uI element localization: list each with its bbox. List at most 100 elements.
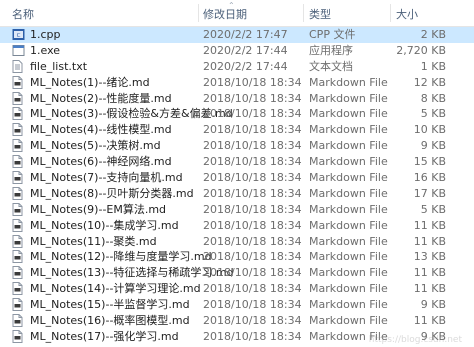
markdown-file-icon — [12, 314, 23, 328]
file-row[interactable]: ML_Notes(14)--计算学习理论.md 2018/10/18 18:34 M… — [0, 281, 474, 297]
exe-icon — [12, 44, 25, 57]
vertical-scrollbar[interactable] — [468, 27, 474, 347]
file-row[interactable]: 1.exe 2020/2/2 17:44 应用程序 2,720 KB — [0, 43, 474, 59]
file-name: ML_Notes(7)--支持向量机.md — [30, 171, 183, 185]
file-date: 2018/10/18 18:34 — [203, 282, 302, 296]
file-type: Markdown File — [309, 75, 388, 89]
file-type: CPP 文件 — [309, 28, 356, 41]
file-size: 16 KB — [413, 171, 446, 185]
file-type: Markdown File — [309, 298, 388, 312]
file-size: 2 KB — [420, 28, 446, 41]
file-type: Markdown File — [309, 155, 388, 169]
file-date: 2018/10/18 18:34 — [203, 298, 302, 312]
file-row[interactable]: ML_Notes(7)--支持向量机.md 2018/10/18 18:34 Mar… — [0, 170, 474, 186]
file-row[interactable]: ML_Notes(2)--性能度量.md 2018/10/18 18:34 Mark… — [0, 91, 474, 107]
file-row[interactable]: ML_Notes(13)--特征选择与稀疏学习.md 2018/10/18 18:… — [0, 265, 474, 281]
cpp-file-icon: C — [12, 28, 25, 41]
file-name: ML_Notes(5)--决策树.md — [30, 139, 161, 153]
column-header-name[interactable]: 名称 — [12, 6, 34, 22]
file-name: 1.cpp — [30, 28, 61, 41]
file-date: 2020/2/2 17:44 — [203, 43, 288, 57]
file-type: Markdown File — [309, 139, 388, 153]
file-size: 8 KB — [420, 91, 446, 105]
file-type: Markdown File — [309, 171, 388, 185]
file-row[interactable]: ML_Notes(4)--线性模型.md 2018/10/18 18:34 Mark… — [0, 122, 474, 138]
file-date: 2018/10/18 18:34 — [203, 186, 302, 200]
file-row[interactable]: ML_Notes(1)--绪论.md 2018/10/18 18:34 Markdo… — [0, 75, 474, 91]
file-name: ML_Notes(15)--半监督学习.md — [30, 298, 190, 312]
file-row[interactable]: ML_Notes(3)--假设检验&方差&偏差.md 2018/10/18 18:… — [0, 106, 474, 122]
file-size: 5 KB — [420, 202, 446, 216]
file-date: 2018/10/18 18:34 — [203, 75, 302, 89]
file-row[interactable]: ML_Notes(8)--贝叶斯分类器.md 2018/10/18 18:34 Ma… — [0, 186, 474, 202]
column-resize-handle[interactable] — [198, 4, 199, 22]
file-type: Markdown File — [309, 314, 388, 328]
file-date: 2018/10/18 18:34 — [203, 91, 302, 105]
column-header-bar: 名称 ⌃ 修改日期 类型 大小 — [0, 0, 474, 27]
file-type: Markdown File — [309, 234, 388, 248]
column-resize-handle[interactable] — [390, 4, 391, 22]
file-size: 11 KB — [413, 282, 446, 296]
markdown-file-icon — [12, 298, 23, 312]
column-header-date[interactable]: 修改日期 — [203, 6, 247, 22]
file-name: ML_Notes(4)--线性模型.md — [30, 123, 172, 137]
file-name: file_list.txt — [30, 59, 88, 73]
file-date: 2018/10/18 18:34 — [203, 139, 302, 153]
file-size: 11 KB — [413, 314, 446, 328]
markdown-file-icon — [12, 107, 23, 121]
markdown-file-icon — [12, 266, 23, 280]
file-row[interactable]: ML_Notes(16)--概率图模型.md 2018/10/18 18:34 Ma… — [0, 313, 474, 329]
file-type: Markdown File — [309, 202, 388, 216]
file-date: 2018/10/18 18:34 — [203, 314, 302, 328]
column-header-size[interactable]: 大小 — [396, 6, 418, 22]
file-size: 17 KB — [413, 186, 446, 200]
file-row[interactable]: ML_Notes(11)--聚类.md 2018/10/18 18:34 Markd… — [0, 234, 474, 250]
file-size: 11 KB — [413, 266, 446, 280]
file-type: Markdown File — [309, 250, 388, 264]
markdown-file-icon — [12, 139, 23, 153]
file-name: ML_Notes(1)--绪论.md — [30, 75, 150, 89]
file-row[interactable]: ML_Notes(15)--半监督学习.md 2018/10/18 18:34 Ma… — [0, 297, 474, 313]
file-name: ML_Notes(16)--概率图模型.md — [30, 314, 190, 328]
markdown-file-icon — [12, 91, 23, 105]
file-name: 1.exe — [30, 43, 61, 57]
file-date: 2018/10/18 18:34 — [203, 329, 302, 343]
file-type: Markdown File — [309, 123, 388, 137]
file-name: ML_Notes(2)--性能度量.md — [30, 91, 172, 105]
file-row[interactable]: ML_Notes(10)--集成学习.md 2018/10/18 18:34 Mar… — [0, 218, 474, 234]
file-date: 2020/2/2 17:44 — [203, 59, 288, 73]
file-row[interactable]: file_list.txt 2020/2/2 17:44 文本文档 1 KB — [0, 59, 474, 75]
file-type: 应用程序 — [309, 43, 353, 57]
file-row[interactable]: C 1.cpp 2020/2/2 17:47 CPP 文件 2 KB — [0, 27, 474, 43]
file-type: 文本文档 — [309, 59, 353, 73]
markdown-file-icon — [12, 75, 23, 89]
file-date: 2018/10/18 18:34 — [203, 234, 302, 248]
file-row[interactable]: ML_Notes(5)--决策树.md 2018/10/18 18:34 Markd… — [0, 138, 474, 154]
file-type: Markdown File — [309, 282, 388, 296]
file-size: 2,720 KB — [396, 43, 446, 57]
markdown-file-icon — [12, 234, 23, 248]
markdown-file-icon — [12, 202, 23, 216]
file-size: 5 KB — [420, 107, 446, 121]
file-date: 2018/10/18 18:34 — [203, 266, 302, 280]
watermark: https://blog.csdn.net — [368, 335, 462, 345]
column-header-type[interactable]: 类型 — [309, 6, 331, 22]
file-type: Markdown File — [309, 91, 388, 105]
file-date: 2018/10/18 18:34 — [203, 155, 302, 169]
file-type: Markdown File — [309, 186, 388, 200]
file-row[interactable]: ML_Notes(9)--EM算法.md 2018/10/18 18:34 Mark… — [0, 202, 474, 218]
column-resize-handle[interactable] — [303, 4, 304, 22]
file-date: 2018/10/18 18:34 — [203, 250, 302, 264]
file-row[interactable]: ML_Notes(6)--神经网络.md 2018/10/18 18:34 Mark… — [0, 154, 474, 170]
file-name: ML_Notes(14)--计算学习理论.md — [30, 282, 201, 296]
file-date: 2018/10/18 18:34 — [203, 123, 302, 137]
file-type: Markdown File — [309, 107, 388, 121]
file-row[interactable]: ML_Notes(12)--降维与度量学习.md 2018/10/18 18:34… — [0, 249, 474, 265]
markdown-file-icon — [12, 186, 23, 200]
file-date: 2020/2/2 17:47 — [203, 28, 288, 41]
markdown-file-icon — [12, 282, 23, 296]
file-size: 13 KB — [413, 250, 446, 264]
file-size: 1 KB — [420, 59, 446, 73]
markdown-file-icon — [12, 218, 23, 232]
file-name: ML_Notes(17)--强化学习.md — [30, 329, 179, 343]
